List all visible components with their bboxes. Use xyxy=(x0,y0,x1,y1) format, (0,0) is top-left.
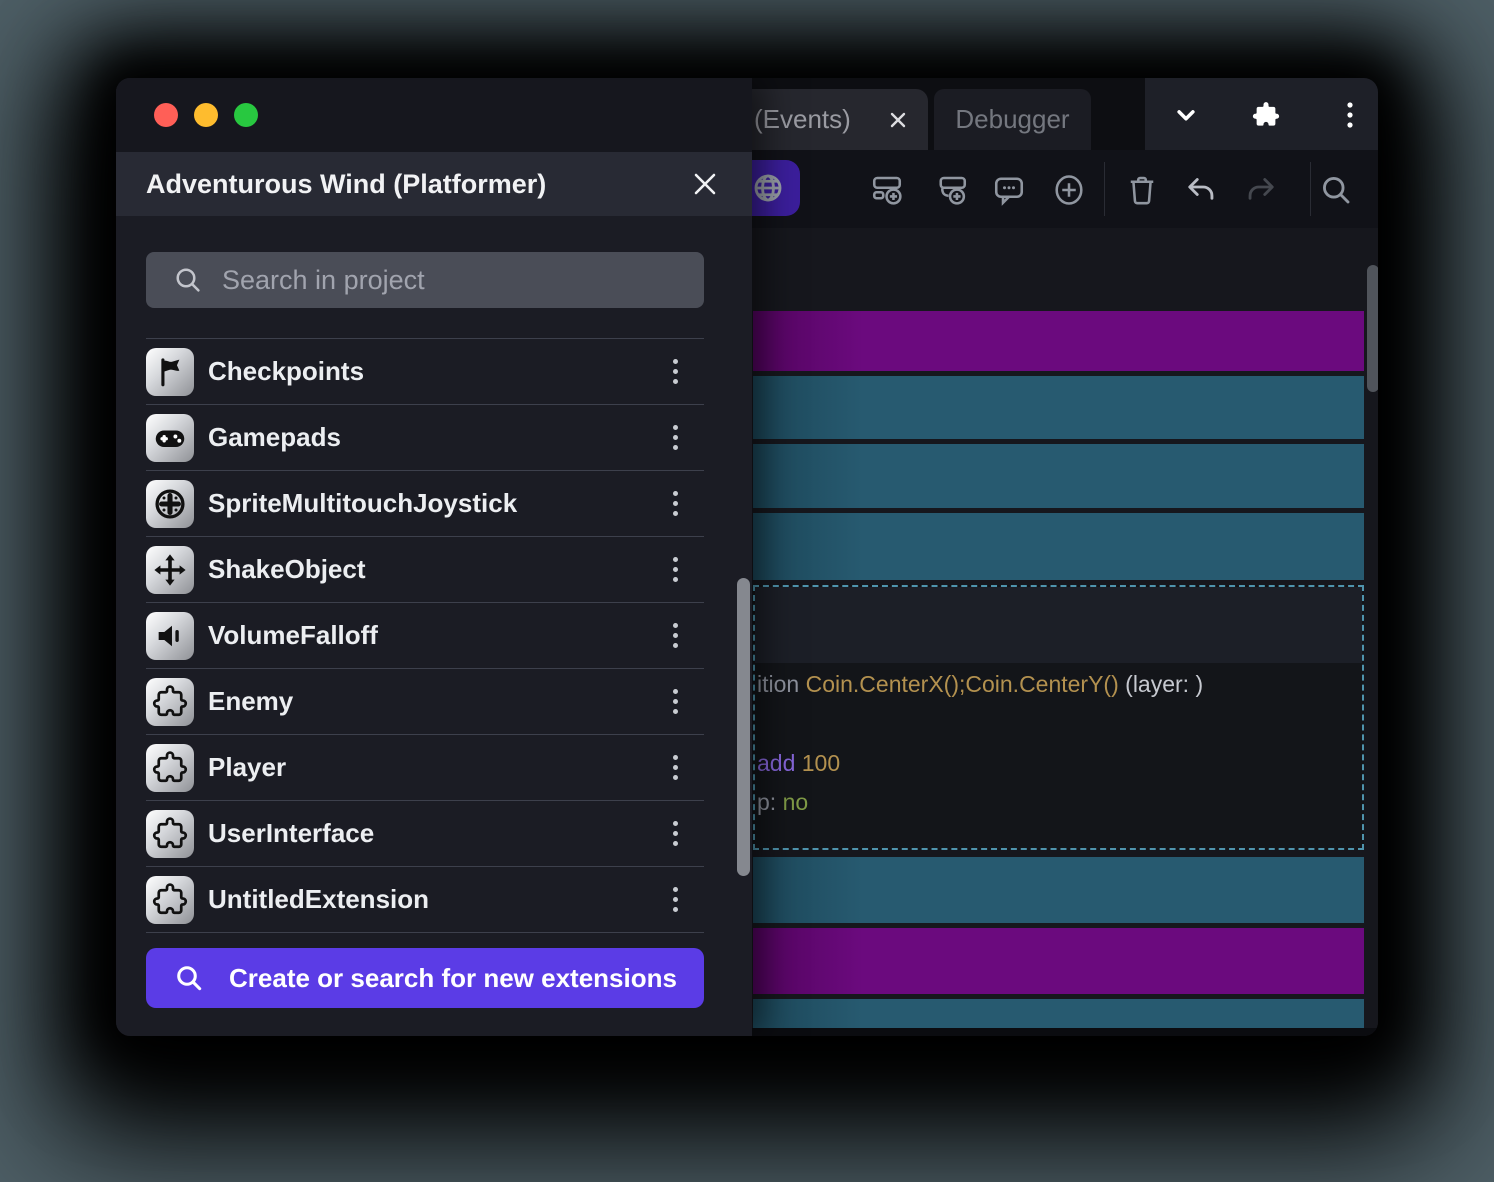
list-item-label: ShakeObject xyxy=(208,554,366,585)
redo-icon[interactable] xyxy=(1243,172,1279,208)
window-header-actions xyxy=(1145,78,1378,150)
list-item[interactable]: Enemy xyxy=(146,668,704,734)
flag-icon xyxy=(146,348,194,396)
list-item-label: UserInterface xyxy=(208,818,374,849)
action-keyword: add xyxy=(757,750,795,776)
kebab-menu-icon[interactable] xyxy=(673,359,678,384)
puzzle-icon xyxy=(146,810,194,858)
event-action-line: add 100 xyxy=(757,748,840,778)
list-item-label: Gamepads xyxy=(208,422,341,453)
add-subevent-icon[interactable] xyxy=(934,172,970,208)
panel-title: Adventurous Wind (Platformer) xyxy=(146,169,546,200)
list-item-label: UntitledExtension xyxy=(208,884,429,915)
event-row[interactable] xyxy=(753,513,1364,580)
undo-icon[interactable] xyxy=(1183,172,1219,208)
close-icon[interactable] xyxy=(692,171,718,197)
panel-scrollbar[interactable] xyxy=(737,578,750,876)
kebab-menu-icon[interactable] xyxy=(673,689,678,714)
toolbar-separator xyxy=(1310,162,1311,216)
event-action-line: ition Coin.CenterX();Coin.CenterY() (lay… xyxy=(757,669,1203,699)
add-comment-icon[interactable] xyxy=(991,172,1027,208)
add-circle-icon[interactable] xyxy=(1051,172,1087,208)
kebab-menu-icon[interactable] xyxy=(673,623,678,648)
kebab-menu-icon[interactable] xyxy=(673,821,678,846)
add-event-icon[interactable] xyxy=(869,172,905,208)
list-item[interactable]: Player xyxy=(146,734,704,800)
tab-debugger[interactable]: Debugger xyxy=(934,89,1091,150)
tab-events[interactable]: (Events) xyxy=(728,89,928,150)
puzzle-icon xyxy=(146,744,194,792)
project-manager-panel: Adventurous Wind (Platformer) Search in … xyxy=(116,78,752,1036)
traffic-light-zoom[interactable] xyxy=(234,103,258,127)
list-item-label: SpriteMultitouchJoystick xyxy=(208,488,517,519)
kebab-menu-icon[interactable] xyxy=(673,491,678,516)
chevron-down-icon[interactable] xyxy=(1171,100,1201,130)
joystick-icon xyxy=(146,480,194,528)
action-expression: Coin.CenterX();Coin.CenterY() xyxy=(806,671,1119,697)
tab-close-icon[interactable] xyxy=(888,110,908,130)
search-icon xyxy=(173,962,205,994)
app-window: (Events) Debugger xyxy=(116,78,1378,1036)
toolbar-separator xyxy=(1104,162,1105,216)
globe-icon xyxy=(750,170,786,206)
search-placeholder: Search in project xyxy=(222,265,425,296)
kebab-menu-icon[interactable] xyxy=(673,887,678,912)
move-icon xyxy=(146,546,194,594)
list-item-label: VolumeFalloff xyxy=(208,620,378,651)
create-extension-button[interactable]: Create or search for new extensions xyxy=(146,948,704,1008)
event-action-line: p: no xyxy=(757,787,808,817)
kebab-menu-icon[interactable] xyxy=(673,755,678,780)
action-value: 100 xyxy=(802,750,840,776)
list-item-label: Checkpoints xyxy=(208,356,364,387)
search-input[interactable]: Search in project xyxy=(146,252,704,308)
puzzle-icon xyxy=(146,678,194,726)
extension-list: Checkpoints Gamepads SpriteMultitouchJoy… xyxy=(146,338,704,933)
search-icon[interactable] xyxy=(1318,172,1354,208)
puzzle-icon xyxy=(146,876,194,924)
event-row[interactable] xyxy=(753,376,1364,439)
kebab-menu-icon[interactable] xyxy=(1337,100,1363,130)
list-item[interactable]: ShakeObject xyxy=(146,536,704,602)
puzzle-icon[interactable] xyxy=(1251,100,1281,130)
search-icon xyxy=(172,264,204,296)
list-item[interactable]: UntitledExtension xyxy=(146,866,704,932)
event-row[interactable] xyxy=(753,311,1364,371)
kebab-menu-icon[interactable] xyxy=(673,557,678,582)
screenshot-background: (Events) Debugger xyxy=(0,0,1494,1182)
tab-events-label: (Events) xyxy=(754,104,851,135)
action-value: no xyxy=(783,789,809,815)
list-item[interactable]: SpriteMultitouchJoystick xyxy=(146,470,704,536)
speaker-icon xyxy=(146,612,194,660)
kebab-menu-icon[interactable] xyxy=(673,425,678,450)
gamepad-icon xyxy=(146,414,194,462)
selected-event-conditions xyxy=(755,587,1362,663)
event-row[interactable] xyxy=(753,857,1364,923)
create-extension-label: Create or search for new extensions xyxy=(229,963,677,994)
window-titlebar xyxy=(116,78,752,152)
selected-event[interactable]: ition Coin.CenterX();Coin.CenterY() (lay… xyxy=(753,585,1364,850)
events-scrollbar[interactable] xyxy=(1367,265,1378,392)
tab-debugger-label: Debugger xyxy=(955,104,1069,135)
action-text: ition xyxy=(757,671,799,697)
event-row[interactable] xyxy=(753,444,1364,508)
list-item[interactable]: Gamepads xyxy=(146,404,704,470)
list-item-label: Player xyxy=(208,752,286,783)
panel-header: Adventurous Wind (Platformer) xyxy=(116,152,752,216)
list-item[interactable]: Checkpoints xyxy=(146,338,704,404)
list-item[interactable]: UserInterface xyxy=(146,800,704,866)
list-item-label: Enemy xyxy=(208,686,293,717)
list-item[interactable]: VolumeFalloff xyxy=(146,602,704,668)
action-text: p: xyxy=(757,789,776,815)
traffic-light-close[interactable] xyxy=(154,103,178,127)
event-row[interactable] xyxy=(753,928,1364,994)
traffic-light-minimize[interactable] xyxy=(194,103,218,127)
trash-icon[interactable] xyxy=(1124,172,1160,208)
action-layer: (layer: ) xyxy=(1125,671,1203,697)
